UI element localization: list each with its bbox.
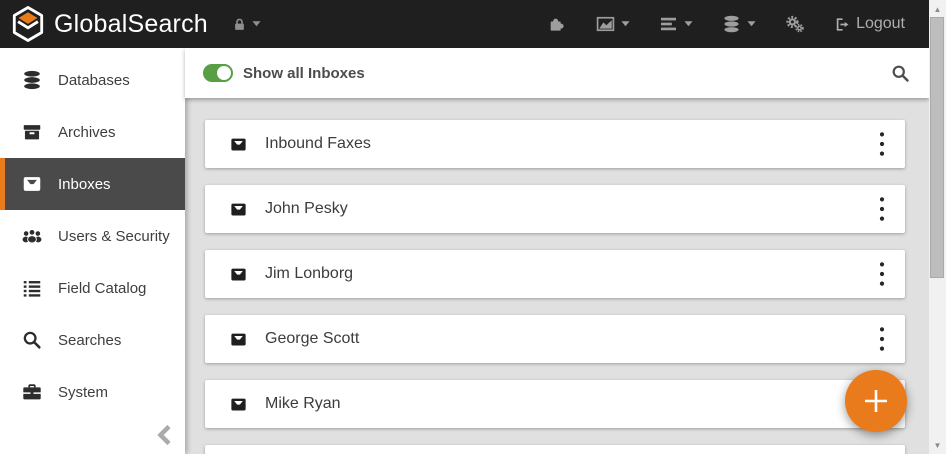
inbox-name: George Scott — [265, 330, 360, 347]
add-inbox-button[interactable] — [845, 370, 907, 432]
inbox-options-button[interactable] — [869, 324, 895, 354]
database-icon — [21, 69, 43, 91]
sidebar-item-searches[interactable]: Searches — [0, 314, 185, 366]
sidebar-item-label: Users & Security — [58, 227, 170, 245]
chevron-down-icon — [684, 21, 693, 27]
inbox-icon — [229, 265, 248, 284]
inbox-icon — [229, 135, 248, 154]
inbox-card[interactable]: Inbound Faxes — [205, 120, 905, 168]
sidebar-item-databases[interactable]: Databases — [0, 54, 185, 106]
inbox-icon — [229, 330, 248, 349]
sidebar-item-system[interactable]: System — [0, 366, 185, 418]
header-list-bars-button[interactable] — [658, 14, 693, 34]
header-database-button[interactable] — [721, 14, 756, 34]
kebab-menu-icon — [879, 196, 885, 222]
chevron-down-icon — [747, 21, 756, 27]
top-header-bar: GlobalSearch Logout — [0, 0, 929, 48]
inbox-options-button[interactable] — [869, 129, 895, 159]
kebab-menu-icon — [879, 261, 885, 287]
inbox-icon — [229, 395, 248, 414]
chevron-down-icon — [621, 21, 630, 27]
puzzle-icon — [546, 14, 567, 34]
header-puzzle-button[interactable] — [546, 14, 567, 34]
show-all-inboxes-toggle[interactable] — [203, 64, 233, 82]
inbox-toolbar: Show all Inboxes — [185, 48, 929, 98]
header-area-chart-button[interactable] — [595, 14, 630, 34]
lock-icon — [232, 16, 247, 33]
area-chart-icon — [595, 14, 616, 34]
header-actions: Logout — [546, 14, 929, 34]
search-icon — [21, 329, 43, 351]
sidebar-item-label: Databases — [58, 71, 130, 89]
cogs-icon — [784, 14, 805, 34]
toggle-knob — [215, 64, 233, 82]
list-bars-icon — [658, 14, 679, 34]
users-icon — [21, 225, 43, 247]
app-title: GlobalSearch — [54, 9, 208, 38]
scrollbar-up-arrow[interactable]: ▲ — [929, 1, 946, 17]
scrollbar-down-arrow[interactable]: ▼ — [929, 437, 946, 453]
briefcase-icon — [21, 381, 43, 403]
inbox-card-partial[interactable] — [205, 445, 905, 454]
lock-menu[interactable] — [232, 16, 261, 33]
inbox-card[interactable]: Mike Ryan — [205, 380, 905, 428]
sidebar-item-label: System — [58, 383, 109, 401]
inbox-card[interactable]: John Pesky — [205, 185, 905, 233]
brand: GlobalSearch — [0, 5, 261, 43]
header-cogs-button[interactable] — [784, 14, 805, 34]
show-all-inboxes-label: Show all Inboxes — [243, 64, 365, 82]
inbox-list: Inbound Faxes John Pesky Jim Lonborg Geo… — [185, 98, 929, 454]
search-icon[interactable] — [890, 63, 911, 84]
logout-label: Logout — [856, 15, 905, 32]
inbox-options-button[interactable] — [869, 259, 895, 289]
inbox-options-button[interactable] — [869, 194, 895, 224]
kebab-menu-icon — [879, 326, 885, 352]
sidebar-item-label: Searches — [58, 331, 122, 349]
scrollbar-thumb[interactable] — [930, 17, 944, 278]
archive-icon — [21, 121, 43, 143]
inbox-icon — [229, 200, 248, 219]
globalsearch-app: GlobalSearch Logout Databases Archives I… — [0, 0, 946, 454]
logout-icon — [833, 16, 850, 33]
inbox-name: Mike Ryan — [265, 395, 341, 412]
inbox-icon — [21, 173, 43, 195]
sidebar-item-archives[interactable]: Archives — [0, 106, 185, 158]
sidebar-item-users-security[interactable]: Users & Security — [0, 210, 185, 262]
inbox-name: Jim Lonborg — [265, 265, 354, 282]
sidebar-collapse-button[interactable] — [156, 424, 173, 446]
globalsearch-logo-icon — [11, 5, 45, 43]
inbox-name: John Pesky — [265, 200, 348, 217]
sidebar-item-label: Inboxes — [58, 175, 111, 193]
sidebar-item-field-catalog[interactable]: Field Catalog — [0, 262, 185, 314]
kebab-menu-icon — [879, 131, 885, 157]
vertical-scrollbar: ▲ ▼ — [929, 0, 946, 454]
inbox-name: Inbound Faxes — [265, 135, 371, 152]
chevron-down-icon — [252, 21, 261, 27]
plus-icon — [861, 386, 891, 416]
database-icon — [721, 14, 742, 34]
sidebar-nav: Databases Archives Inboxes Users & Secur… — [0, 48, 185, 454]
logout-button[interactable]: Logout — [833, 15, 905, 33]
inbox-card[interactable]: Jim Lonborg — [205, 250, 905, 298]
field-list-icon — [21, 277, 43, 299]
sidebar-item-label: Field Catalog — [58, 279, 147, 297]
sidebar-item-label: Archives — [58, 123, 116, 141]
sidebar-item-inboxes[interactable]: Inboxes — [0, 158, 185, 210]
inbox-card[interactable]: George Scott — [205, 315, 905, 363]
